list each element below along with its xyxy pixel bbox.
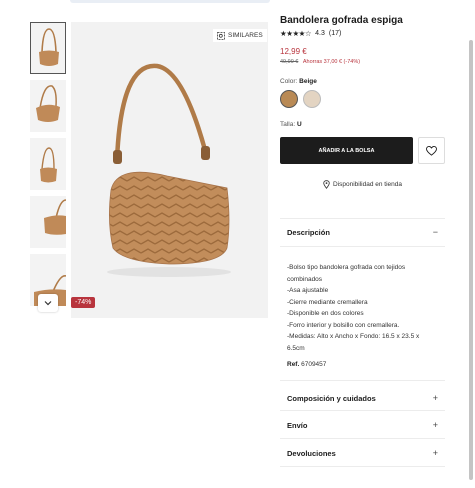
discount-badge: -74%: [71, 297, 96, 308]
description-line: 6.5cm: [287, 344, 305, 352]
ref-value: 6709457: [301, 361, 327, 368]
divider: [280, 466, 445, 467]
rating-stars-icon: ★★★★☆: [280, 29, 312, 38]
description-line: -Medidas: Alto x Ancho x Fondo: 16.5 x 2…: [287, 333, 420, 340]
product-reference: Ref. 6709457: [287, 361, 326, 368]
color-value: Beige: [299, 78, 317, 85]
description-line: -Disponible en dos colores: [287, 310, 364, 317]
expand-icon: +: [432, 420, 438, 430]
color-swatch-light[interactable]: [303, 90, 321, 108]
description-line: -Forro interior y bolsillo con cremaller…: [287, 321, 400, 329]
location-pin-icon: [323, 180, 330, 189]
thumbnail-4[interactable]: [30, 196, 66, 248]
returns-accordion-header[interactable]: Devoluciones +: [287, 448, 438, 458]
returns-title: Devoluciones: [287, 448, 336, 458]
thumbnail-scroll-button[interactable]: [38, 294, 58, 312]
thumbnail-2[interactable]: [30, 80, 66, 132]
divider: [280, 410, 445, 411]
heart-icon: [426, 145, 437, 156]
expand-icon: +: [432, 448, 438, 458]
size-value: U: [297, 121, 302, 128]
add-to-bag-button[interactable]: AÑADIR A LA BOLSA: [280, 137, 413, 164]
size-label: Talla: U: [280, 121, 302, 128]
description-line: -Cierre mediante cremallera: [287, 298, 368, 306]
color-swatch-beige[interactable]: [280, 90, 298, 108]
rating-value: 4.3: [315, 30, 325, 37]
divider: [280, 218, 445, 219]
store-availability-link[interactable]: Disponibilidad en tienda: [280, 180, 445, 189]
top-bar: [70, 0, 270, 3]
thumbnail-3[interactable]: [30, 138, 66, 190]
availability-text: Disponibilidad en tienda: [332, 181, 403, 188]
composition-accordion-header[interactable]: Composición y cuidados +: [287, 393, 438, 403]
description-line: -Bolso tipo bandolera gofrada con tejido…: [287, 264, 406, 271]
description-line: combinados: [287, 275, 323, 283]
divider: [280, 246, 445, 247]
description-body: -Bolso tipo bandolera gofrada con tejido…: [287, 262, 442, 354]
description-line: -Asa ajustable: [287, 287, 329, 294]
product-main-image[interactable]: [71, 22, 268, 318]
chevron-down-icon: [44, 301, 52, 306]
savings-text: Ahorras 37,00 € (-74%): [302, 59, 361, 65]
rating[interactable]: ★★★★☆ 4.3 (17): [280, 29, 341, 38]
shipping-accordion-header[interactable]: Envío +: [287, 420, 438, 430]
color-label: Color: Beige: [280, 78, 317, 85]
similar-search-icon: [217, 31, 225, 40]
expand-icon: +: [432, 393, 438, 403]
color-label-text: Color:: [280, 78, 298, 85]
shipping-title: Envío: [287, 420, 308, 430]
composition-title: Composición y cuidados: [287, 393, 376, 403]
divider: [280, 438, 445, 439]
divider: [280, 380, 445, 381]
wishlist-button[interactable]: [418, 137, 445, 164]
collapse-icon: −: [432, 227, 438, 237]
thumbnail-1[interactable]: [30, 22, 66, 74]
description-title: Descripción: [287, 227, 330, 237]
ref-label: Ref.: [287, 361, 300, 368]
description-accordion-header[interactable]: Descripción −: [287, 227, 438, 237]
price-savings: 49,99 € Ahorras 37,00 € (-74%): [280, 59, 360, 65]
product-title: Bandolera gofrada espiga: [280, 15, 403, 26]
page-scrollbar[interactable]: [469, 40, 473, 480]
review-count: (17): [328, 30, 342, 37]
similares-label: SIMILARES: [228, 32, 263, 39]
thumbnail-list: [30, 22, 68, 318]
similar-products-button[interactable]: SIMILARES: [213, 29, 267, 42]
current-price: 12,99 €: [280, 47, 307, 56]
size-label-text: Talla:: [280, 121, 296, 128]
old-price: 49,99 €: [280, 59, 299, 65]
